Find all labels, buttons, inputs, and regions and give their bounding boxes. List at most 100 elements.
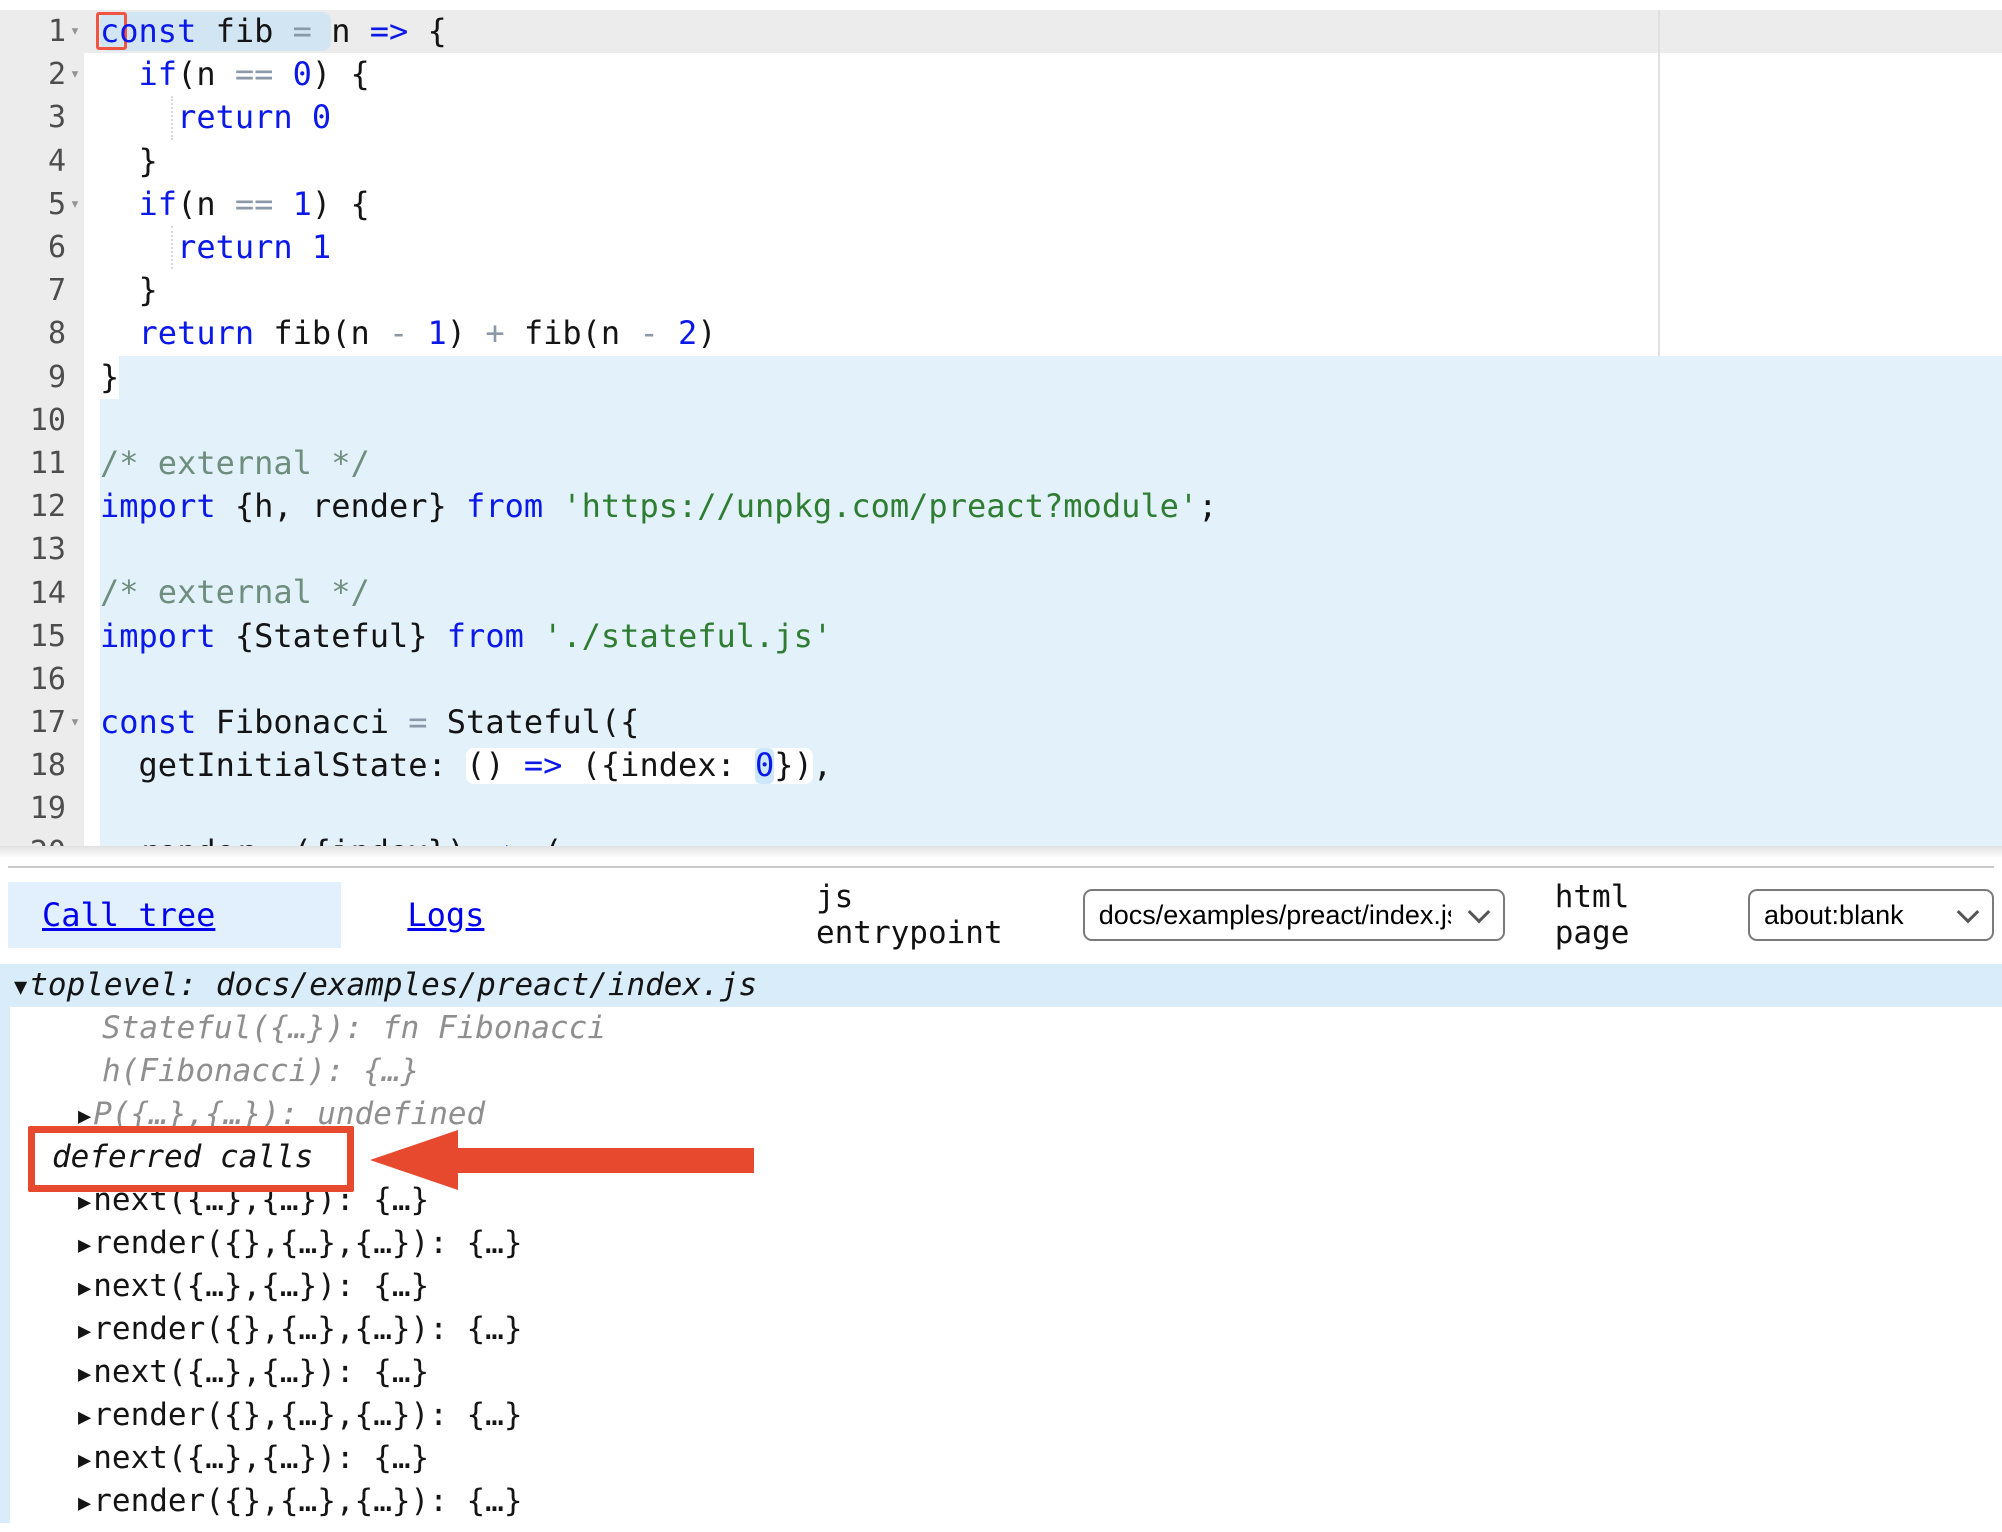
code-line-text[interactable]: /* external */ [84,442,2002,485]
code-line-text[interactable] [84,528,2002,571]
code-tokens: import {Stateful} from './stateful.js' [100,617,832,655]
call-tree-row[interactable]: h(Fibonacci): {…} [10,1050,2002,1093]
call-tree-row[interactable]: ▶next({…},{…}): {…} [10,1437,2002,1480]
code-line: 17▾ const Fibonacci = Stateful({ [0,701,2002,744]
code-line-text[interactable]: return fib(n - 1) + fib(n - 2) [84,312,2002,355]
code-line-text[interactable]: } [84,140,2002,183]
code-line: 19 [0,787,2002,830]
call-tree-row[interactable]: ▶render({},{…},{…}): {…} [10,1222,2002,1265]
code-line-text[interactable]: if(n == 1) { [84,183,2002,226]
code-line-text[interactable]: if(n == 0) { [84,53,2002,96]
line-number: 18 [30,748,66,783]
call-tree-row-label: render({},{…},{…}): {…} [93,1483,522,1519]
code-tokens: const Fibonacci = Stateful({ [100,703,639,741]
code-line-text[interactable]: const fib = n => { [84,10,2002,53]
code-line: 7 } [0,269,2002,312]
code-line-text[interactable]: const Fibonacci = Stateful({ [84,701,2002,744]
expand-arrow-icon[interactable]: ▶ [78,1353,91,1396]
tab-logs[interactable]: Logs (F3) [407,882,578,948]
code-line-text[interactable]: return 1 [84,226,2002,269]
line-number: 16 [30,662,66,697]
line-number-gutter: 3 [0,96,84,139]
line-number: 3 [48,100,66,135]
html-page-select-wrap: about:blank [1748,889,1994,941]
call-tree-row[interactable]: ▶render({},{…},{…}): {…} [10,1394,2002,1437]
fold-arrow-icon[interactable]: ▾ [66,23,84,40]
call-tree-rows: ▼toplevel: docs/examples/preact/index.js… [10,964,2002,1523]
call-tree-row[interactable]: ▶next({…},{…}): {…} [10,1351,2002,1394]
line-number: 8 [48,316,66,351]
line-number: 5 [48,187,66,222]
selection-highlight [100,528,2002,571]
fold-arrow-icon[interactable]: ▾ [66,66,84,83]
expand-arrow-icon[interactable]: ▶ [78,1310,91,1353]
code-line: 9} [0,356,2002,399]
call-tree-row-label: render({},{…},{…}): {…} [93,1225,522,1261]
line-number-gutter: 7 [0,269,84,312]
expand-arrow-icon[interactable]: ▶ [78,1181,91,1224]
code-line-text[interactable] [84,658,2002,701]
line-number-gutter: 12 [0,485,84,528]
line-number-gutter: 8 [0,312,84,355]
line-number-gutter: 1▾ [0,10,84,53]
call-tree-row-label: next({…},{…}): {…} [93,1182,429,1218]
code-line-text[interactable]: return 0 [84,96,2002,139]
html-page-select[interactable]: about:blank [1748,889,1994,941]
tab-call-tree[interactable]: Call tree (F2) [8,882,341,948]
fold-arrow-icon[interactable]: ▾ [66,196,84,213]
js-entrypoint-select[interactable]: docs/examples/preact/index.js [1083,889,1505,941]
line-number: 19 [30,791,66,826]
call-tree-row[interactable]: ▼toplevel: docs/examples/preact/index.js [10,964,2002,1007]
line-number-gutter: 2▾ [0,53,84,96]
call-tree-row-label: next({…},{…}): {…} [93,1440,429,1476]
code-line-text[interactable] [84,787,2002,830]
code-line-text[interactable]: getInitialState: () => ({index: 0}), [84,744,2002,787]
js-entrypoint-label: js entrypoint [816,879,1055,951]
expand-arrow-icon[interactable]: ▶ [78,1267,91,1310]
editor-bottom-shadow [0,846,2002,858]
line-number: 17 [30,705,66,740]
code-tokens: /* external */ [100,573,370,611]
selection-highlight [100,571,2002,614]
line-number: 1 [48,14,66,49]
expand-arrow-icon[interactable]: ▶ [78,1224,91,1267]
call-tree-row[interactable]: ▶P({…},{…}): undefined [10,1093,2002,1136]
code-line-text[interactable]: render: ({index}) => ( [84,831,2002,846]
code-tokens: if(n == 0) { [100,55,370,93]
code-line-text[interactable]: import {h, render} from 'https://unpkg.c… [84,485,2002,528]
line-number-gutter: 9 [0,356,84,399]
code-line: 8 return fib(n - 1) + fib(n - 2) [0,312,2002,355]
line-number-gutter: 14 [0,571,84,614]
line-number-gutter: 20 [0,831,84,846]
code-tokens: } [100,358,119,396]
code-line-text[interactable]: import {Stateful} from './stateful.js' [84,615,2002,658]
expand-arrow-icon[interactable]: ▶ [78,1095,91,1138]
code-line-text[interactable] [84,399,2002,442]
code-editor[interactable]: 1▾const fib = n => {2▾ if(n == 0) {3 ret… [0,0,2002,846]
fold-arrow-icon[interactable]: ▾ [66,714,84,731]
expand-arrow-icon[interactable]: ▶ [78,1482,91,1525]
call-tree-row[interactable]: ▶render({},{…},{…}): {…} [10,1480,2002,1523]
code-line-text[interactable]: /* external */ [84,571,2002,614]
selection-highlight [119,356,2002,399]
code-tokens: /* external */ [100,444,370,482]
call-tree-row[interactable]: ▶next({…},{…}): {…} [10,1179,2002,1222]
collapse-arrow-icon[interactable]: ▼ [14,966,27,1009]
line-number: 15 [30,619,66,654]
code-line: 4 } [0,140,2002,183]
code-line-text[interactable]: } [84,356,2002,399]
call-tree-row-label: toplevel: docs/examples/preact/index.js [29,967,757,1003]
call-tree-row-label: render({},{…},{…}): {…} [93,1397,522,1433]
expand-arrow-icon[interactable]: ▶ [78,1396,91,1439]
call-tree-row-label: P({…},{…}): undefined [93,1096,485,1132]
call-tree-row[interactable]: ▶render({},{…},{…}): {…} [10,1308,2002,1351]
call-tree-row[interactable]: Stateful({…}): fn Fibonacci [10,1007,2002,1050]
call-tree-row[interactable]: deferred calls [10,1136,2002,1179]
code-tokens: const fib = n => { [100,12,447,50]
code-tokens: if(n == 1) { [100,185,370,223]
code-line-text[interactable]: } [84,269,2002,312]
call-tree-row[interactable]: ▶next({…},{…}): {…} [10,1265,2002,1308]
expand-arrow-icon[interactable]: ▶ [78,1439,91,1482]
line-number-gutter: 17▾ [0,701,84,744]
code-line: 14 /* external */ [0,571,2002,614]
